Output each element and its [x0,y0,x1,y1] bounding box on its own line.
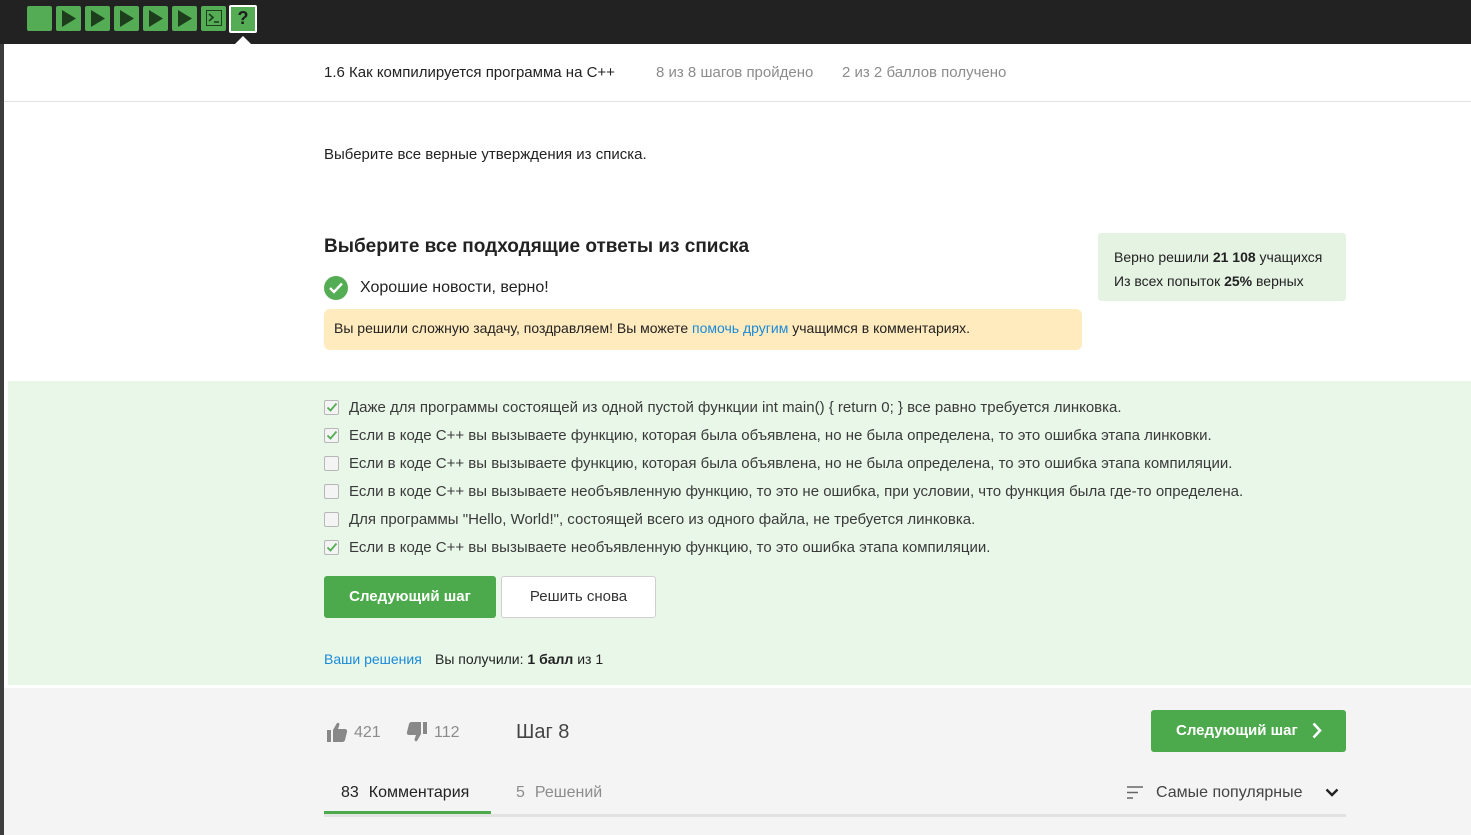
chevron-right-icon [1312,722,1322,739]
current-step-pointer [235,36,251,44]
congrats-banner: Вы решили сложную задачу, поздравляем! В… [324,309,1082,350]
solutions-count: 5 [516,784,525,801]
answer-text: Даже для программы состоящей из одной пу… [349,399,1122,416]
step-6-play-icon[interactable] [172,6,197,31]
step-prompt: Выберите все верные утверждения из списк… [324,146,647,163]
answer-text: Если в коде C++ вы вызываете необъявленн… [349,483,1244,500]
your-solutions-link[interactable]: Ваши решения [324,651,422,667]
next-step-button[interactable]: Следующий шаг [324,576,496,618]
step-8-question-icon[interactable]: ? [229,5,257,33]
checkbox-unchecked[interactable] [324,456,339,471]
step-4-play-icon[interactable] [114,6,139,31]
check-circle-icon [324,276,348,300]
answer-text: Для программы "Hello, World!", состоящей… [349,511,976,528]
stats-box: Верно решили 21 108 учащихся Из всех поп… [1098,233,1346,301]
tab-solutions[interactable]: 5 Решений [516,784,602,802]
checkbox-checked[interactable] [324,400,339,415]
checkbox-unchecked[interactable] [324,512,339,527]
step-number: Шаг 8 [516,721,570,743]
congrats-text-end: учащимся в комментариях. [788,320,971,336]
quiz-heading: Выберите все подходящие ответы из списка [324,236,750,257]
comments-count: 83 [341,784,359,801]
tab-label: Решений [534,784,603,801]
checkbox-checked[interactable] [324,428,339,443]
step-footer: 421 112 Шаг 8 Следующий шаг 83 Комментари… [4,688,1471,835]
attempts-stat: Из всех попыток 25% верных [1114,273,1304,289]
answer-text: Если в коде C++ вы вызываете необъявленн… [349,539,991,556]
step-2-play-icon[interactable] [56,6,81,31]
tab-comments[interactable]: 83 Комментария [324,784,491,814]
sort-label: Самые популярные [1156,784,1303,801]
attempts-percent: 25% [1224,273,1253,289]
footer-next-label: Следующий шаг [1176,722,1298,739]
congrats-text: Вы решили сложную задачу, поздравляем! В… [334,320,693,336]
answer-text: Если в коде C++ вы вызываете функцию, ко… [349,455,1233,472]
checkbox-checked[interactable] [324,540,339,555]
dislike-count: 112 [434,724,460,741]
retry-button[interactable]: Решить снова [501,576,656,618]
step-1-square-icon[interactable] [27,6,52,31]
step-7-terminal-icon[interactable] [201,6,226,31]
thumbs-up-icon [327,722,348,742]
solved-stat: Верно решили 21 108 учащихся [1114,249,1323,265]
lesson-score: 2 из 2 баллов получено [842,64,1007,81]
step-3-play-icon[interactable] [85,6,110,31]
lesson-progress: 8 из 8 шагов пройдено [656,64,814,81]
answer-text: Если в коде C++ вы вызываете функцию, ко… [349,427,1212,444]
lesson-header: 1.6 Как компилируется программа на C++ 8… [4,44,1471,102]
answers-panel: Даже для программы состоящей из одной пу… [8,381,1471,685]
sort-icon [1127,786,1143,799]
step-navigation-bar: ? [0,0,1471,44]
result-text: Хорошие новости, верно! [360,279,549,296]
thumbs-down-icon [406,722,427,742]
footer-next-step-button[interactable]: Следующий шаг [1151,710,1346,752]
step-5-play-icon[interactable] [143,6,168,31]
help-others-link[interactable]: помочь другим [692,320,788,336]
points-earned: Вы получили: 1 балл из 1 [435,651,604,667]
checkbox-unchecked[interactable] [324,484,339,499]
lesson-title[interactable]: 1.6 Как компилируется программа на C++ [324,64,615,81]
solved-count: 21 108 [1212,249,1256,265]
chevron-down-icon [1325,788,1339,797]
points-value: 1 балл [527,651,574,667]
like-count: 421 [354,724,381,741]
tab-label: Комментария [368,784,470,801]
